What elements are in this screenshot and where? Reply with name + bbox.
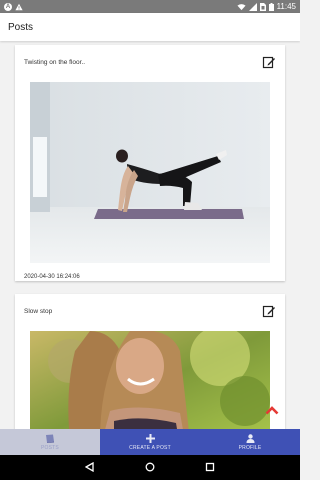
notification-a-icon: A [4, 2, 12, 11]
nav-label-create-post: CREATE A POST [129, 444, 171, 451]
post-title: Twisting on the floor.. [24, 58, 86, 66]
app-bar: Posts [0, 13, 300, 41]
signal-icon [248, 2, 257, 11]
nav-label-profile: PROFILE [238, 444, 262, 451]
post-card: Slow stop [15, 294, 285, 429]
nav-item-create-post[interactable]: CREATE A POST [100, 429, 200, 455]
edit-icon [262, 305, 275, 318]
post-header: Twisting on the floor.. [15, 45, 285, 79]
nav-label-posts: POSTS [41, 444, 59, 451]
battery-icon [268, 2, 274, 11]
post-date: 2020-04-30 16:24:06 [24, 274, 80, 280]
status-right-icons: 11:45 [237, 2, 296, 11]
person-icon [246, 434, 255, 444]
post-title: Slow stop [24, 307, 53, 315]
nav-item-posts[interactable]: POSTS [0, 429, 100, 455]
back-triangle-icon [84, 461, 94, 472]
post-header: Slow stop [15, 294, 285, 328]
home-button[interactable] [145, 459, 155, 477]
status-left-icons: A [4, 2, 23, 11]
plus-icon [145, 434, 155, 444]
post-card: Twisting on the floor.. 2020-04-30 16:24… [15, 45, 285, 281]
system-navigation-bar [0, 455, 300, 480]
warning-icon [15, 3, 23, 11]
bottom-navigation: POSTS CREATE A POST PROFILE [0, 429, 300, 455]
status-bar: A 11:45 [0, 0, 300, 13]
yoga-woman-photo [30, 82, 270, 263]
edit-post-button[interactable] [261, 303, 277, 319]
chevron-up-icon [265, 406, 279, 415]
book-icon [45, 434, 55, 444]
edit-post-button[interactable] [261, 54, 277, 70]
page-title: Posts [8, 21, 34, 33]
recents-square-icon [205, 462, 215, 471]
smiling-woman-photo [30, 331, 270, 429]
scroll-to-top-button[interactable] [264, 402, 280, 418]
recents-button[interactable] [205, 459, 215, 477]
back-button[interactable] [84, 459, 95, 477]
nav-item-profile[interactable]: PROFILE [200, 429, 300, 455]
status-time: 11:45 [276, 2, 296, 11]
posts-feed[interactable]: Twisting on the floor.. 2020-04-30 16:24… [0, 41, 300, 429]
home-circle-icon [145, 462, 155, 471]
app-screen: A 11:45 Posts Twisting on the floor.. 20… [0, 0, 300, 480]
sim-icon [259, 2, 266, 11]
edit-icon [262, 56, 275, 69]
wifi-icon [237, 3, 246, 11]
